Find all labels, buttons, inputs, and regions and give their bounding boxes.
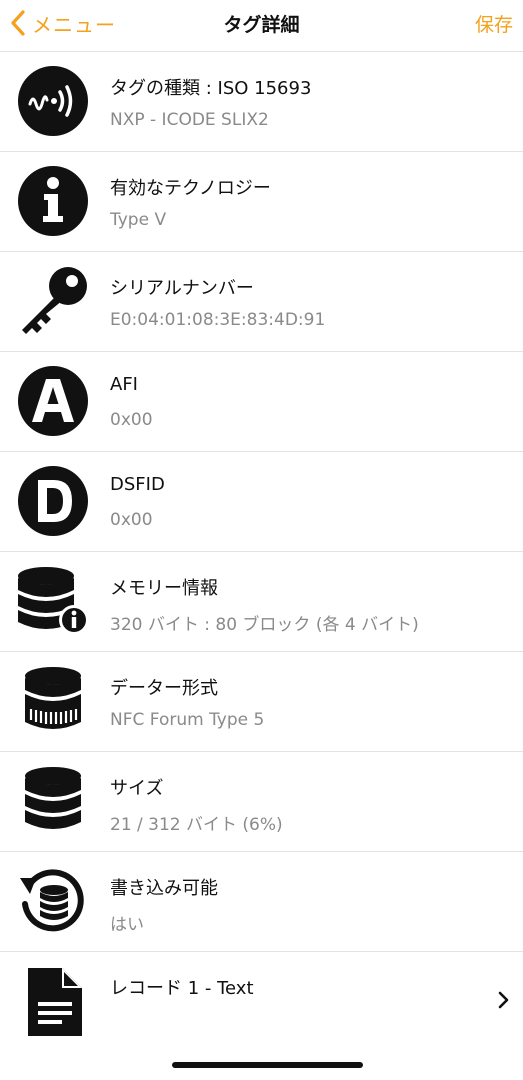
row-memory-info: メモリー情報 320 バイト : 80 ブロック (各 4 バイト) (0, 551, 523, 651)
navigation-bar: メニュー タグ詳細 保存 (0, 0, 523, 50)
row-data-format: データー形式 NFC Forum Type 5 (0, 651, 523, 751)
row-record-1[interactable]: レコード 1 - Text (0, 951, 523, 1051)
letter-d-icon (16, 464, 90, 538)
size-value: 21 / 312 バイト (6%) (110, 815, 283, 835)
technologies-value: Type V (110, 210, 167, 230)
row-tag-type: タグの種類 : ISO 15693 NXP - ICODE SLIX2 (0, 51, 523, 151)
writable-value: はい (110, 915, 144, 935)
dsfid-title: DSFID (110, 474, 165, 495)
nfc-wave-icon (16, 64, 90, 138)
home-indicator (172, 1062, 363, 1068)
row-serial-number: シリアルナンバー E0:04:01:08:3E:83:4D:91 (0, 251, 523, 351)
row-size: サイズ 21 / 312 バイト (6%) (0, 751, 523, 851)
afi-title: AFI (110, 374, 138, 395)
memory-info-title: メモリー情報 (110, 578, 218, 599)
chevron-right-icon (498, 991, 509, 1009)
tag-detail-list: タグの種類 : ISO 15693 NXP - ICODE SLIX2 有効なテ… (0, 51, 523, 1051)
tag-type-title: タグの種類 : ISO 15693 (110, 78, 312, 99)
serial-number-value: E0:04:01:08:3E:83:4D:91 (110, 310, 326, 330)
row-writable: 書き込み可能 はい (0, 851, 523, 951)
database-format-icon (16, 664, 90, 738)
data-format-value: NFC Forum Type 5 (110, 710, 265, 730)
writable-title: 書き込み可能 (110, 878, 218, 899)
size-title: サイズ (110, 778, 164, 799)
row-technologies: 有効なテクノロジー Type V (0, 151, 523, 251)
database-info-icon (16, 564, 90, 638)
database-icon (16, 764, 90, 838)
row-dsfid: DSFID 0x00 (0, 451, 523, 551)
save-button[interactable]: 保存 (475, 10, 513, 37)
document-icon (16, 964, 90, 1038)
dsfid-value: 0x00 (110, 510, 153, 530)
database-refresh-icon (16, 864, 90, 938)
tag-type-value: NXP - ICODE SLIX2 (110, 110, 269, 130)
serial-number-title: シリアルナンバー (110, 278, 254, 299)
data-format-title: データー形式 (110, 678, 218, 699)
afi-value: 0x00 (110, 410, 153, 430)
key-icon (16, 264, 90, 338)
row-afi: AFI 0x00 (0, 351, 523, 451)
record-1-title: レコード 1 - Text (110, 978, 254, 999)
technologies-title: 有効なテクノロジー (110, 178, 271, 199)
info-icon (16, 164, 90, 238)
letter-a-icon (16, 364, 90, 438)
page-title: タグ詳細 (223, 14, 300, 36)
memory-info-value: 320 バイト : 80 ブロック (各 4 バイト) (110, 615, 419, 635)
